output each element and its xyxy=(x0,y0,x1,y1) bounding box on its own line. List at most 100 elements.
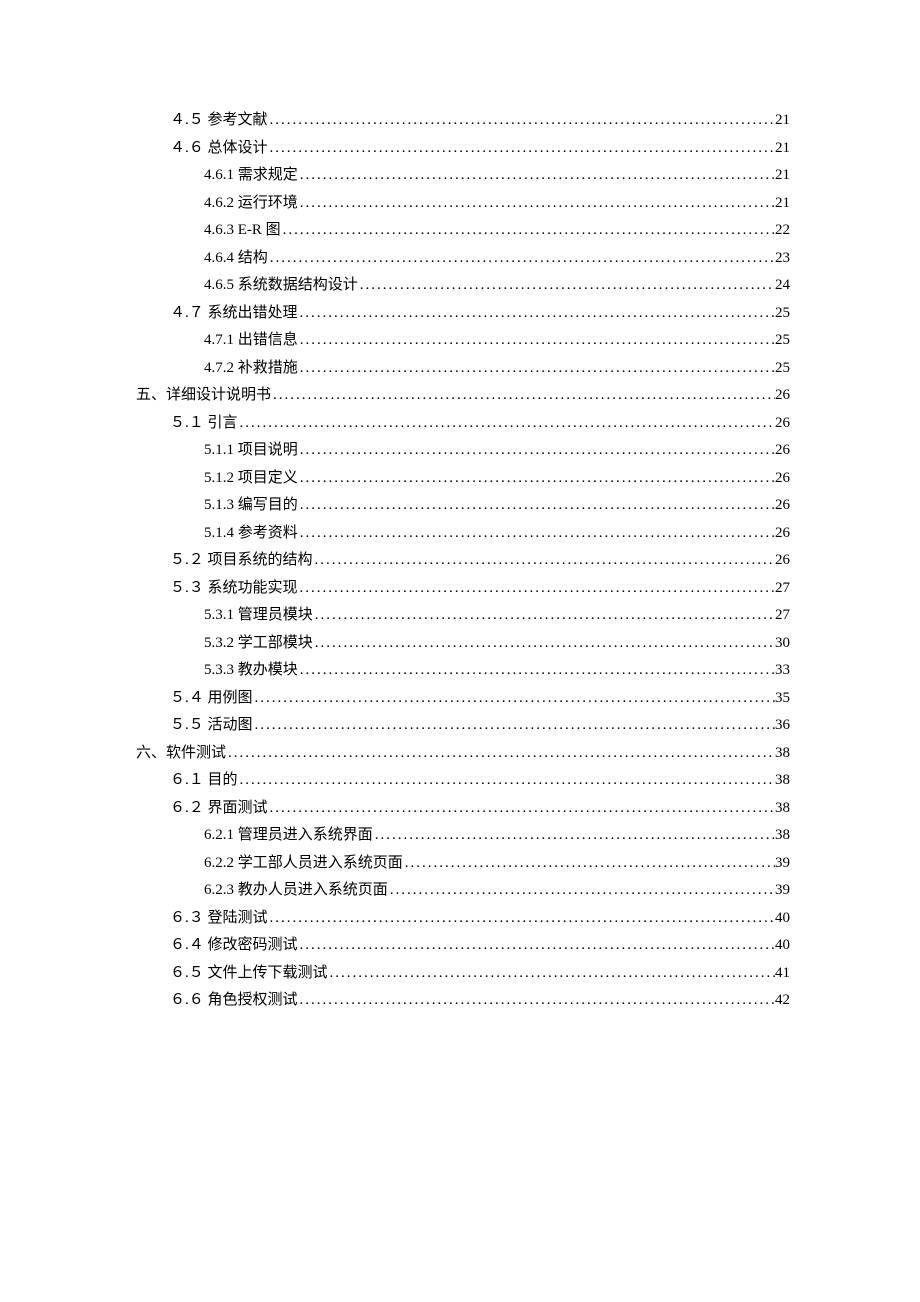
toc-page-number: 25 xyxy=(775,356,790,380)
toc-leader: ........................................… xyxy=(298,466,775,490)
toc-page-number: 26 xyxy=(775,383,790,407)
toc-page-number: 38 xyxy=(775,796,790,820)
toc-leader: ........................................… xyxy=(313,631,775,655)
toc-page-number: 33 xyxy=(775,658,790,682)
toc-leader: ........................................… xyxy=(373,823,775,847)
toc-title: ６.６ 角色授权测试 xyxy=(170,988,298,1012)
toc-leader: ........................................… xyxy=(298,438,775,462)
toc-row: ５.１ 引言..................................… xyxy=(136,411,790,435)
toc-leader: ........................................… xyxy=(281,218,775,242)
toc-page-number: 26 xyxy=(775,493,790,517)
toc-title: 4.7.2 补救措施 xyxy=(204,356,298,380)
toc-title: 5.1.3 编写目的 xyxy=(204,493,298,517)
toc-page-number: 21 xyxy=(775,108,790,132)
toc-row: ６.１ 目的..................................… xyxy=(136,768,790,792)
toc-title: 5.1.2 项目定义 xyxy=(204,466,298,490)
toc-title: 5.1.4 参考资料 xyxy=(204,521,298,545)
toc-page-number: 26 xyxy=(775,411,790,435)
toc-row: 4.7.1 出错信息..............................… xyxy=(136,328,790,352)
toc-leader: ........................................… xyxy=(298,933,775,957)
toc-page-number: 21 xyxy=(775,191,790,215)
toc-row: ５.３ 系统功能实现..............................… xyxy=(136,576,790,600)
toc-page-number: 30 xyxy=(775,631,790,655)
toc-page-number: 38 xyxy=(775,823,790,847)
toc-row: 5.1.1 项目说明..............................… xyxy=(136,438,790,462)
toc-title: 5.1.1 项目说明 xyxy=(204,438,298,462)
toc-title: ５.４ 用例图 xyxy=(170,686,253,710)
toc-page-number: 21 xyxy=(775,136,790,160)
toc-leader: ........................................… xyxy=(403,851,775,875)
toc-row: 4.6.5 系统数据结构设计..........................… xyxy=(136,273,790,297)
toc-page-number: 42 xyxy=(775,988,790,1012)
toc-page-number: 25 xyxy=(775,301,790,325)
toc-leader: ........................................… xyxy=(268,906,775,930)
toc-row: ６.５ 文件上传下载测试............................… xyxy=(136,961,790,985)
toc-page-number: 22 xyxy=(775,218,790,242)
toc-page-number: 36 xyxy=(775,713,790,737)
toc-title: ５.１ 引言 xyxy=(170,411,238,435)
toc-leader: ........................................… xyxy=(253,686,775,710)
toc-leader: ........................................… xyxy=(271,383,775,407)
toc-title: ４.７ 系统出错处理 xyxy=(170,301,298,325)
toc-leader: ........................................… xyxy=(226,741,775,765)
toc-leader: ........................................… xyxy=(298,328,775,352)
toc-title: 4.6.3 E-R 图 xyxy=(204,218,281,242)
toc-leader: ........................................… xyxy=(328,961,775,985)
toc-title: ５.３ 系统功能实现 xyxy=(170,576,298,600)
toc-row: ６.３ 登陆测试................................… xyxy=(136,906,790,930)
toc-leader: ........................................… xyxy=(298,493,775,517)
toc-row: ５.５ 活动图.................................… xyxy=(136,713,790,737)
toc-title: ６.５ 文件上传下载测试 xyxy=(170,961,328,985)
toc-page-number: 41 xyxy=(775,961,790,985)
toc-page-number: 26 xyxy=(775,521,790,545)
toc-leader: ........................................… xyxy=(268,108,775,132)
toc-row: 6.2.1 管理员进入系统界面.........................… xyxy=(136,823,790,847)
toc-page-number: 40 xyxy=(775,906,790,930)
toc-title: 六、软件测试 xyxy=(136,741,226,765)
toc-row: 5.1.4 参考资料..............................… xyxy=(136,521,790,545)
toc-title: 6.2.3 教办人员进入系统页面 xyxy=(204,878,388,902)
toc-row: ６.２ 界面测试................................… xyxy=(136,796,790,820)
toc-title: 4.6.4 结构 xyxy=(204,246,268,270)
toc-leader: ........................................… xyxy=(298,301,775,325)
toc-page-number: 26 xyxy=(775,466,790,490)
toc-row: 4.6.1 需求规定..............................… xyxy=(136,163,790,187)
toc-page-number: 39 xyxy=(775,878,790,902)
toc-title: ６.２ 界面测试 xyxy=(170,796,268,820)
toc-row: 4.7.2 补救措施..............................… xyxy=(136,356,790,380)
toc-leader: ........................................… xyxy=(298,163,775,187)
toc-leader: ........................................… xyxy=(253,713,775,737)
toc-title: ４.６ 总体设计 xyxy=(170,136,268,160)
toc-leader: ........................................… xyxy=(298,658,775,682)
toc-row: 5.3.2 学工部模块.............................… xyxy=(136,631,790,655)
toc-page-number: 39 xyxy=(775,851,790,875)
toc-page-number: 25 xyxy=(775,328,790,352)
toc-title: ５.２ 项目系统的结构 xyxy=(170,548,313,572)
toc-leader: ........................................… xyxy=(238,411,775,435)
toc-leader: ........................................… xyxy=(298,576,775,600)
toc-title: 5.3.2 学工部模块 xyxy=(204,631,313,655)
toc-title: 6.2.2 学工部人员进入系统页面 xyxy=(204,851,403,875)
toc-row: ５.２ 项目系统的结构.............................… xyxy=(136,548,790,572)
toc-row: 5.3.1 管理员模块.............................… xyxy=(136,603,790,627)
toc-page-number: 26 xyxy=(775,548,790,572)
toc-title: 五、详细设计说明书 xyxy=(136,383,271,407)
toc-row: ４.６ 总体设计................................… xyxy=(136,136,790,160)
toc-leader: ........................................… xyxy=(298,988,775,1012)
toc-row: ４.７ 系统出错处理..............................… xyxy=(136,301,790,325)
toc-row: ６.４ 修改密码测试..............................… xyxy=(136,933,790,957)
toc-page-number: 40 xyxy=(775,933,790,957)
toc-title: ６.４ 修改密码测试 xyxy=(170,933,298,957)
toc-row: 5.1.3 编写目的..............................… xyxy=(136,493,790,517)
toc-title: 5.3.3 教办模块 xyxy=(204,658,298,682)
toc-row: 6.2.2 学工部人员进入系统页面.......................… xyxy=(136,851,790,875)
toc-title: ６.３ 登陆测试 xyxy=(170,906,268,930)
toc-page-number: 21 xyxy=(775,163,790,187)
toc-title: 5.3.1 管理员模块 xyxy=(204,603,313,627)
toc-leader: ........................................… xyxy=(298,356,775,380)
toc-page-number: 27 xyxy=(775,603,790,627)
toc-title: ４.５ 参考文献 xyxy=(170,108,268,132)
toc-page-number: 24 xyxy=(775,273,790,297)
toc-title: 4.6.5 系统数据结构设计 xyxy=(204,273,358,297)
toc-row: 5.1.2 项目定义..............................… xyxy=(136,466,790,490)
